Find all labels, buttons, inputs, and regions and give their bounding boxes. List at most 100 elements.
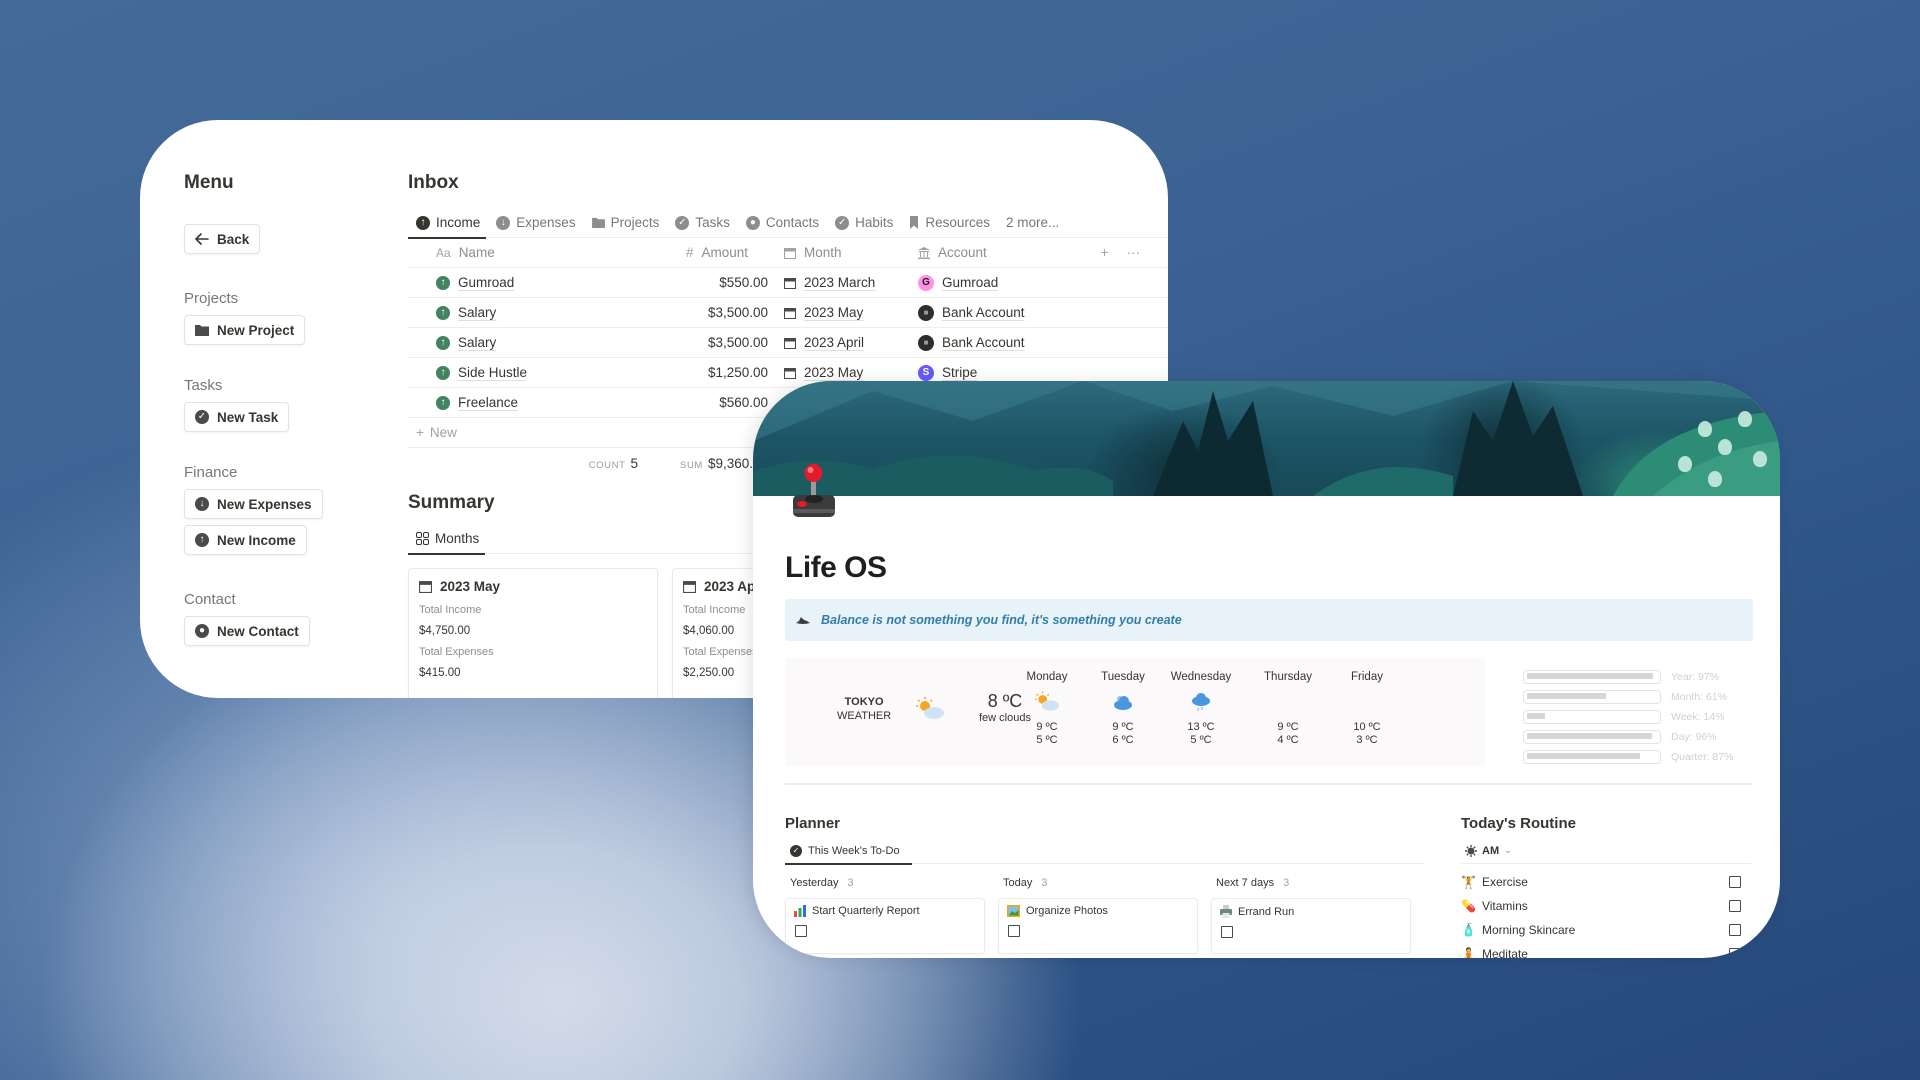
menu-section-contact: Contact: [184, 591, 236, 608]
task-checkbox[interactable]: [795, 925, 807, 937]
task-checkbox[interactable]: [1008, 925, 1020, 937]
inbox-tabs: ↑ Income ↓ Expenses Projects ✓ Tasks ● C…: [407, 208, 1168, 239]
routine-item[interactable]: 💊 Vitamins: [1461, 894, 1751, 918]
joystick-icon[interactable]: [789, 461, 839, 519]
routine-section: Today's Routine AM ⌄ 🏋 Exercise 💊 Vitami…: [1461, 815, 1751, 958]
planner-section: Planner ✓ This Week's To-Do Yesterday 3 S…: [785, 815, 1425, 954]
new-expenses-button[interactable]: ↓ New Expenses: [184, 489, 323, 519]
routine-list: 🏋 Exercise 💊 Vitamins 🧴 Morning Skincare…: [1461, 870, 1751, 958]
section-divider: [785, 783, 1753, 785]
sum-aggregate[interactable]: SUM $9,360.00: [638, 456, 768, 471]
board-column-yesterday: Yesterday 3 Start Quarterly Report: [785, 872, 985, 954]
count-aggregate[interactable]: COUNT 5: [408, 456, 638, 471]
routine-item[interactable]: 🧴 Morning Skincare: [1461, 918, 1751, 942]
tab-expenses[interactable]: ↓ Expenses: [496, 208, 576, 238]
calendar-icon: [784, 367, 796, 379]
lotion-bottle-icon: 🧴: [1461, 923, 1476, 937]
arrow-down-circle-icon: ↓: [195, 497, 209, 511]
column-header-month[interactable]: Month: [768, 245, 918, 260]
routine-item[interactable]: 🏋 Exercise: [1461, 870, 1751, 894]
sun-behind-cloud-icon: [1007, 687, 1087, 717]
tab-tasks[interactable]: ✓ Tasks: [675, 208, 730, 238]
weather-widget: TOKYO WEATHER 8 ºC few clouds Monday 9 º…: [785, 657, 1485, 767]
badge-check-icon: ✓: [835, 215, 850, 230]
progress-fill: [1527, 693, 1607, 699]
column-header-amount[interactable]: # Amount: [638, 245, 768, 260]
check-circle-icon: ✓: [195, 410, 209, 424]
back-button[interactable]: Back: [184, 224, 261, 254]
kodama-figure: [1698, 421, 1712, 437]
text-icon: Aa: [436, 245, 451, 260]
calendar-icon: [419, 580, 432, 593]
calendar-icon: [784, 307, 796, 319]
routine-filter-dropdown[interactable]: AM ⌄: [1461, 838, 1751, 864]
add-column-icon[interactable]: +: [1101, 245, 1109, 260]
new-project-button[interactable]: New Project: [184, 315, 306, 345]
kodama-figure: [1753, 451, 1767, 467]
arrow-up-circle-icon: ↑: [416, 215, 430, 230]
tab-resources[interactable]: Resources: [909, 208, 990, 238]
bank-account-icon: ■: [918, 334, 934, 351]
bar-chart-icon: [794, 905, 806, 917]
tab-income[interactable]: ↑ Income: [407, 208, 487, 239]
cloud-icon: [1083, 687, 1163, 717]
amount-cell: $560.00: [719, 395, 768, 410]
task-checkbox[interactable]: [1221, 926, 1233, 938]
column-header-account[interactable]: Account: [918, 245, 1078, 260]
weather-location: TOKYO WEATHER: [837, 696, 892, 722]
task-card[interactable]: Errand Run: [1211, 898, 1411, 954]
table-actions: + ···: [1078, 245, 1168, 260]
meditation-icon: 🧘: [1461, 947, 1476, 958]
task-card[interactable]: Organize Photos: [998, 898, 1198, 954]
board-column-next-7-days: Next 7 days 3 Errand Run: [1211, 872, 1411, 954]
tab-months[interactable]: Months: [407, 524, 486, 555]
tab-projects[interactable]: Projects: [591, 208, 659, 238]
new-task-button[interactable]: ✓ New Task: [184, 402, 290, 432]
moon-icon: [1327, 687, 1407, 717]
sailboat-icon: [795, 615, 811, 625]
routine-item[interactable]: 🧘 Meditate: [1461, 942, 1751, 958]
task-card[interactable]: Start Quarterly Report: [785, 898, 985, 954]
progress-row-day: Day: 96%: [1523, 727, 1763, 747]
progress-fill: [1527, 733, 1652, 739]
progress-bar: [1523, 710, 1661, 724]
tab-contacts[interactable]: ● Contacts: [745, 208, 819, 238]
tab-habits[interactable]: ✓ Habits: [835, 208, 893, 238]
finance-buttons: ↓ New Expenses ↑ New Income: [184, 489, 384, 555]
calendar-icon: [784, 277, 796, 289]
progress-bar: [1523, 750, 1661, 764]
progress-row-year: Year: 97%: [1523, 667, 1763, 687]
bank-account-icon: ■: [918, 304, 934, 321]
arrow-up-circle-icon: ↑: [436, 335, 450, 350]
folder-icon: [591, 217, 605, 228]
kodama-figure: [1763, 396, 1777, 412]
amount-cell: $1,250.00: [707, 365, 768, 380]
weightlifter-icon: 🏋: [1461, 875, 1476, 889]
routine-checkbox[interactable]: [1729, 924, 1741, 936]
new-income-button[interactable]: ↑ New Income: [184, 525, 307, 555]
routine-checkbox[interactable]: [1729, 876, 1741, 888]
calendar-icon: [784, 337, 796, 349]
table-row[interactable]: ↑ Gumroad $550.00 2023 March G Gumroad: [408, 268, 1168, 298]
kodama-figure: [1738, 411, 1752, 427]
calendar-icon: [683, 580, 696, 593]
menu-sidebar: Menu Back Projects New Project Tasks ✓ N…: [184, 172, 384, 646]
column-header-name[interactable]: Aa Name: [408, 245, 638, 260]
routine-checkbox[interactable]: [1729, 900, 1741, 912]
sun-behind-cloud-icon: [915, 697, 945, 726]
amount-cell: $550.00: [719, 275, 768, 290]
routine-checkbox[interactable]: [1729, 948, 1741, 958]
tab-more[interactable]: 2 more...: [1006, 208, 1059, 238]
table-row[interactable]: ↑ Salary $3,500.00 2023 May ■ Bank Account: [408, 298, 1168, 328]
more-options-icon[interactable]: ···: [1127, 245, 1141, 260]
arrow-up-circle-icon: ↑: [195, 533, 209, 547]
person-circle-icon: ●: [745, 215, 760, 230]
menu-section-projects: Projects: [184, 290, 239, 307]
new-contact-button[interactable]: ● New Contact: [184, 616, 310, 646]
table-row[interactable]: ↑ Salary $3,500.00 2023 April ■ Bank Accou…: [408, 328, 1168, 358]
arrow-up-circle-icon: ↑: [436, 305, 450, 320]
month-card[interactable]: 2023 May Total Income $4,750.00 Total Ex…: [408, 568, 658, 698]
tab-this-weeks-todo[interactable]: ✓ This Week's To-Do: [785, 838, 912, 865]
cover-image: [753, 381, 1780, 496]
amount-cell: $3,500.00: [707, 305, 768, 320]
